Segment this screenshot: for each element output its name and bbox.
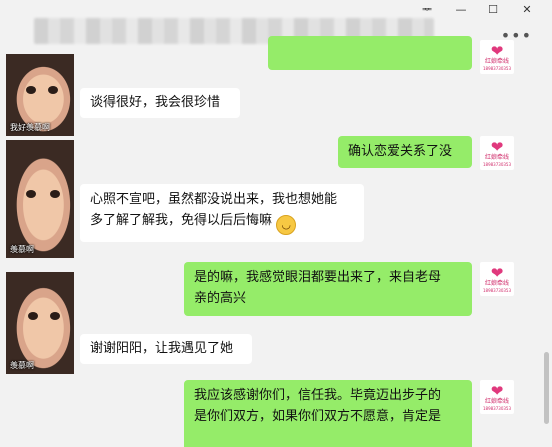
message-text-line: 多了解了解我，免得以后后悔嘛 [90, 213, 273, 228]
avatar-matchmaker: ❤ 红娘牵线 18983730353 [480, 40, 514, 74]
avatar-eye [50, 312, 60, 320]
avatar-matchmaker: ❤ 红娘牵线 18983730353 [480, 380, 514, 414]
avatar-baby-1: 我好羡慕啊 [6, 54, 74, 136]
avatar-eye [48, 86, 58, 94]
avatar-brand-text: 红娘牵线 [484, 279, 509, 287]
heart-logo-icon: ❤ [490, 41, 504, 60]
avatar-caption: 羡慕啊 [10, 361, 34, 370]
avatar-eye [28, 312, 38, 320]
pin-button[interactable]: ᆓ [412, 0, 442, 18]
message-bubble-right: 确认恋爱关系了没 [338, 136, 472, 168]
avatar-baby-2: 羡慕啊 [6, 140, 74, 258]
avatar-brand-text: 红娘牵线 [484, 153, 509, 161]
heart-logo-icon: ❤ [490, 263, 504, 282]
message-text: 确认恋爱关系了没 [348, 144, 453, 159]
minimize-icon: — [455, 2, 467, 16]
avatar-matchmaker: ❤ 红娘牵线 18983730353 [480, 136, 514, 170]
avatar-phone-text: 18983730353 [483, 161, 511, 167]
avatar-caption: 羡慕啊 [10, 245, 34, 254]
message-bubble-right: 是的嘛，我感觉眼泪都要出来了，来自老母 亲的高兴 [184, 262, 472, 316]
message-bubble-right: 我应该感谢你们，信任我。毕竟迈出步子的 是你们双方，如果你们双方不愿意，肯定是 [184, 380, 472, 447]
avatar-phone-text: 18983730353 [483, 287, 511, 293]
message-bubble-left: 谈得很好，我会很珍惜 [80, 88, 240, 118]
grinning-emoji-icon: ◡ [276, 215, 297, 235]
avatar-eye [26, 190, 36, 198]
avatar-eye [50, 190, 60, 198]
message-text: 谈得很好，我会很珍惜 [90, 95, 221, 110]
message-text-line: 我应该感谢你们，信任我。毕竟迈出步子的 [194, 388, 442, 403]
message-bubble-left: 谢谢阳阳，让我遇见了她 [80, 334, 252, 364]
message-text-line: 心照不宣吧，虽然都没说出来，我也想她能 [90, 192, 338, 207]
message-bubble-left: 心照不宣吧，虽然都没说出来，我也想她能 多了解了解我，免得以后后悔嘛 ◡ [80, 184, 364, 242]
avatar-phone-text: 18983730353 [483, 65, 511, 71]
pin-icon: ᆓ [421, 3, 433, 16]
avatar-baby-3: 羡慕啊 [6, 272, 74, 374]
maximize-button[interactable]: ☐ [478, 0, 508, 18]
heart-logo-icon: ❤ [490, 381, 504, 400]
avatar-eye [26, 86, 36, 94]
message-text: 谢谢阳阳，让我遇见了她 [90, 341, 234, 356]
minimize-button[interactable]: — [446, 0, 476, 18]
message-text-line: 亲的高兴 [194, 291, 247, 306]
scrollbar-thumb[interactable] [544, 352, 549, 424]
heart-logo-icon: ❤ [490, 137, 504, 156]
message-bubble-cutoff [268, 36, 472, 70]
close-button[interactable]: ✕ [512, 0, 542, 18]
avatar-caption: 我好羡慕啊 [10, 123, 50, 132]
avatar-brand-text: 红娘牵线 [484, 57, 509, 65]
avatar-matchmaker: ❤ 红娘牵线 18983730353 [480, 262, 514, 296]
avatar-brand-text: 红娘牵线 [484, 397, 509, 405]
message-text-line: 是你们双方，如果你们双方不愿意，肯定是 [194, 409, 442, 424]
message-text-line: 是的嘛，我感觉眼泪都要出来了，来自老母 [194, 270, 442, 285]
avatar-phone-text: 18983730353 [483, 405, 511, 411]
close-icon: ✕ [522, 2, 532, 16]
maximize-icon: ☐ [488, 2, 498, 16]
scrollbar[interactable] [542, 48, 552, 447]
